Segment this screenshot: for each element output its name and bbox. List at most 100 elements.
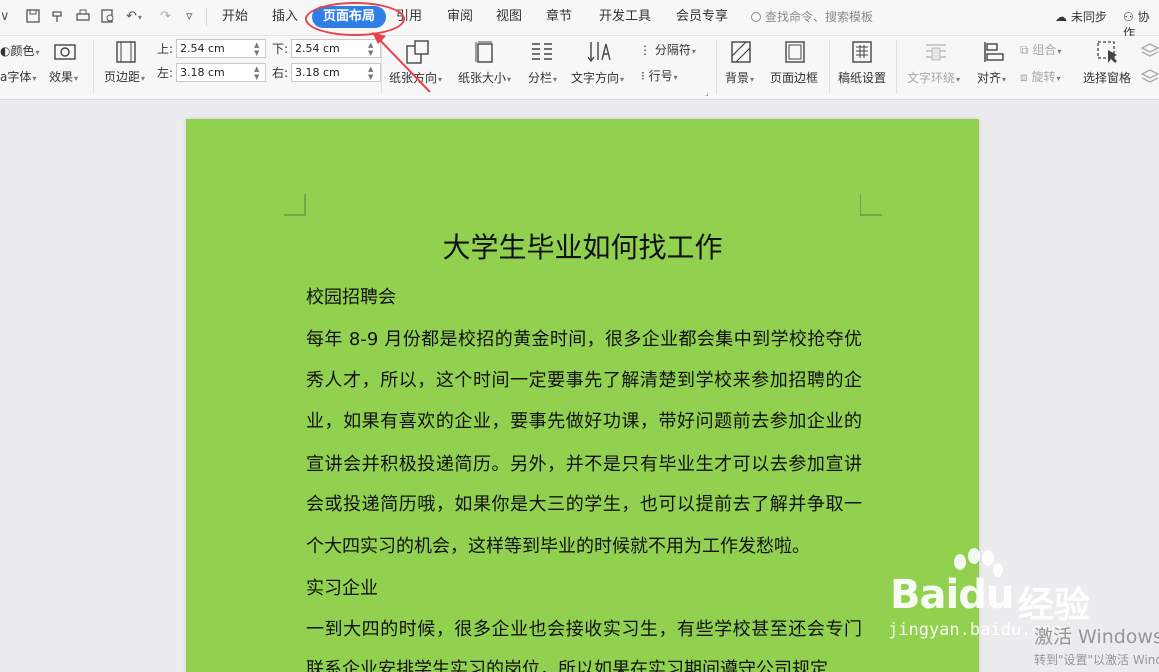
selection-pane-icon[interactable] xyxy=(1096,40,1120,64)
left-margin-field[interactable]: 3.18 cm xyxy=(176,63,266,82)
search-placeholder: 查找命令、搜索模板 xyxy=(765,10,874,24)
text-wrap-label: 文字环绕 xyxy=(907,71,956,85)
tab-start[interactable]: 开始 xyxy=(222,9,248,25)
text-direction-button[interactable]: 文字方向▾ xyxy=(571,71,624,87)
page-border-label: 页面边框 xyxy=(770,71,819,85)
text-direction-icon[interactable] xyxy=(587,40,613,64)
paragraph-line: 宣讲会并积极投递简历。另外，并不是只有毕业生才可以去参加宣讲 xyxy=(306,454,862,475)
rotate-icon: ⧈ xyxy=(1020,70,1028,84)
divider xyxy=(93,40,94,94)
font-label: 字体 xyxy=(7,70,32,84)
customize-toolbar-icon[interactable]: ▿ xyxy=(186,9,193,25)
user-icon: ⚇ xyxy=(1123,10,1134,24)
columns-label: 分栏 xyxy=(528,71,553,85)
separator-label: 分隔符 xyxy=(654,43,691,57)
effect-icon[interactable] xyxy=(53,42,77,62)
undo-icon[interactable]: ↶▾ xyxy=(126,9,142,26)
paper-setup-button[interactable]: 稿纸设置 xyxy=(838,71,886,85)
margin-label: 页边距 xyxy=(104,70,141,84)
selection-pane-label: 选择窗格 xyxy=(1083,71,1132,85)
columns-icon[interactable] xyxy=(530,41,554,63)
separator-icon: ⋮ xyxy=(639,43,651,57)
layers-icon[interactable] xyxy=(1141,42,1159,60)
background-button[interactable]: 背景▾ xyxy=(725,71,754,87)
section-heading: 校园招聘会 xyxy=(306,287,396,308)
text-wrap-icon[interactable] xyxy=(924,42,948,62)
paper-size-icon[interactable] xyxy=(474,40,496,64)
margin-icon[interactable] xyxy=(115,40,137,64)
page-border-button[interactable]: 页面边框 xyxy=(770,71,818,85)
group-icon: ⧉ xyxy=(1020,43,1029,57)
paragraph-line: 每年 8-9 月份都是校招的黄金时间，很多企业都会集中到学校抢夺优 xyxy=(306,329,862,350)
rotate-button[interactable]: ⧈ 旋转▾ xyxy=(1020,70,1061,86)
text-direction-label: 文字方向 xyxy=(571,71,620,85)
align-button[interactable]: 对齐▾ xyxy=(977,71,1006,87)
layers-down-icon[interactable] xyxy=(1141,68,1159,86)
margin-corner-marker xyxy=(860,194,882,216)
divider xyxy=(829,40,830,94)
print-preview-icon[interactable] xyxy=(101,9,115,23)
font-button[interactable]: a字体▾ xyxy=(0,70,36,86)
top-margin-field[interactable]: 2.54 cm xyxy=(176,39,266,58)
paper-setup-icon[interactable] xyxy=(851,40,873,64)
color-label: 颜色 xyxy=(10,44,35,58)
color-button[interactable]: ◐颜色▾ xyxy=(0,44,40,60)
tab-insert[interactable]: 插入 xyxy=(272,9,298,25)
paragraph-line: 业，如果有喜欢的企业，要事先做好功课，带好问题前去参加企业的 xyxy=(306,411,862,432)
paragraph-line: 联系企业安排学生实习的岗位，所以如果在实习期间遵守公司规定 xyxy=(306,659,828,672)
rotate-label: 旋转 xyxy=(1031,70,1056,84)
divider xyxy=(206,8,207,26)
paragraph-line: 秀人才，所以，这个时间一定要事先了解清楚到学校来参加招聘的企 xyxy=(306,370,862,391)
save-icon[interactable] xyxy=(26,9,40,23)
background-label: 背景 xyxy=(725,71,750,85)
paper-setup-label: 稿纸设置 xyxy=(838,71,887,85)
tab-section[interactable]: 章节 xyxy=(546,9,572,25)
tab-view[interactable]: 视图 xyxy=(496,9,522,25)
windows-activation-title: 激活 Windows xyxy=(1034,626,1159,648)
baidu-logo-text: Bai xyxy=(890,572,959,618)
paragraph-line: 会或投递简历哦，如果你是大三的学生，也可以提前去了解并争取一 xyxy=(306,494,862,515)
divider xyxy=(716,40,717,94)
document-title: 大学生毕业如何找工作 xyxy=(442,231,723,264)
paper-size-button[interactable]: 纸张大小▾ xyxy=(458,71,511,87)
tab-developer[interactable]: 开发工具 xyxy=(599,9,651,25)
page-border-icon[interactable] xyxy=(784,40,806,64)
baidu-logo: Baidu xyxy=(890,572,1014,618)
search-box[interactable]: 查找命令、搜索模板 xyxy=(751,9,873,25)
columns-button[interactable]: 分栏▾ xyxy=(528,71,557,87)
line-number-button[interactable]: ⁝ 行号▾ xyxy=(641,69,678,85)
document-page[interactable]: 大学生毕业如何找工作 校园招聘会 每年 8-9 月份都是校招的黄金时间，很多企业… xyxy=(186,119,979,672)
page-setup-launcher-icon[interactable]: ⌟ xyxy=(705,86,709,100)
left-margin-spinner[interactable]: ▲ ▼ xyxy=(254,65,259,81)
text-wrap-button[interactable]: 文字环绕▾ xyxy=(907,71,960,87)
bottom-margin-label: 下: xyxy=(272,42,289,56)
ribbon: ◐颜色▾ a字体▾ 效果▾ 页边距▾ 上: 2.54 cm ▲ ▼ 左: 3.18… xyxy=(0,36,1159,100)
paragraph-line: 一到大四的时候，很多企业也会接收实习生，有些学校甚至还会专门 xyxy=(306,619,862,640)
separator-button[interactable]: ⋮ 分隔符▾ xyxy=(639,43,696,59)
sync-label: 未同步 xyxy=(1070,10,1107,24)
group-button[interactable]: ⧉ 组合▾ xyxy=(1020,43,1061,59)
effect-button[interactable]: 效果▾ xyxy=(49,70,78,86)
margin-button[interactable]: 页边距▾ xyxy=(104,70,145,86)
group-label: 组合 xyxy=(1032,43,1057,57)
right-margin-label: 右: xyxy=(272,66,289,80)
align-icon[interactable] xyxy=(982,40,1006,64)
tab-review[interactable]: 审阅 xyxy=(447,9,473,25)
background-icon[interactable] xyxy=(730,40,752,64)
format-painter-icon[interactable] xyxy=(51,9,65,23)
chevron-icon[interactable]: ∨ xyxy=(0,9,10,25)
section-heading: 实习企业 xyxy=(306,578,378,599)
palette-icon: ◐ xyxy=(0,44,11,58)
tab-member[interactable]: 会员专享 xyxy=(676,9,728,25)
sync-status[interactable]: ☁ 未同步 xyxy=(1055,9,1107,25)
redo-icon[interactable]: ↷ xyxy=(160,9,171,25)
top-margin-spinner[interactable]: ▲ ▼ xyxy=(254,41,259,57)
paragraph-line: 个大四实习的机会，这样等到毕业的时候就不用为工作发愁啦。 xyxy=(306,536,810,557)
selection-pane-button[interactable]: 选择窗格 xyxy=(1083,71,1131,85)
paper-size-label: 纸张大小 xyxy=(458,71,507,85)
line-number-label: 行号 xyxy=(648,69,673,83)
top-margin-label: 上: xyxy=(157,42,174,56)
annotation-arrow xyxy=(372,32,431,93)
print-icon[interactable] xyxy=(76,9,90,23)
divider xyxy=(896,40,897,94)
